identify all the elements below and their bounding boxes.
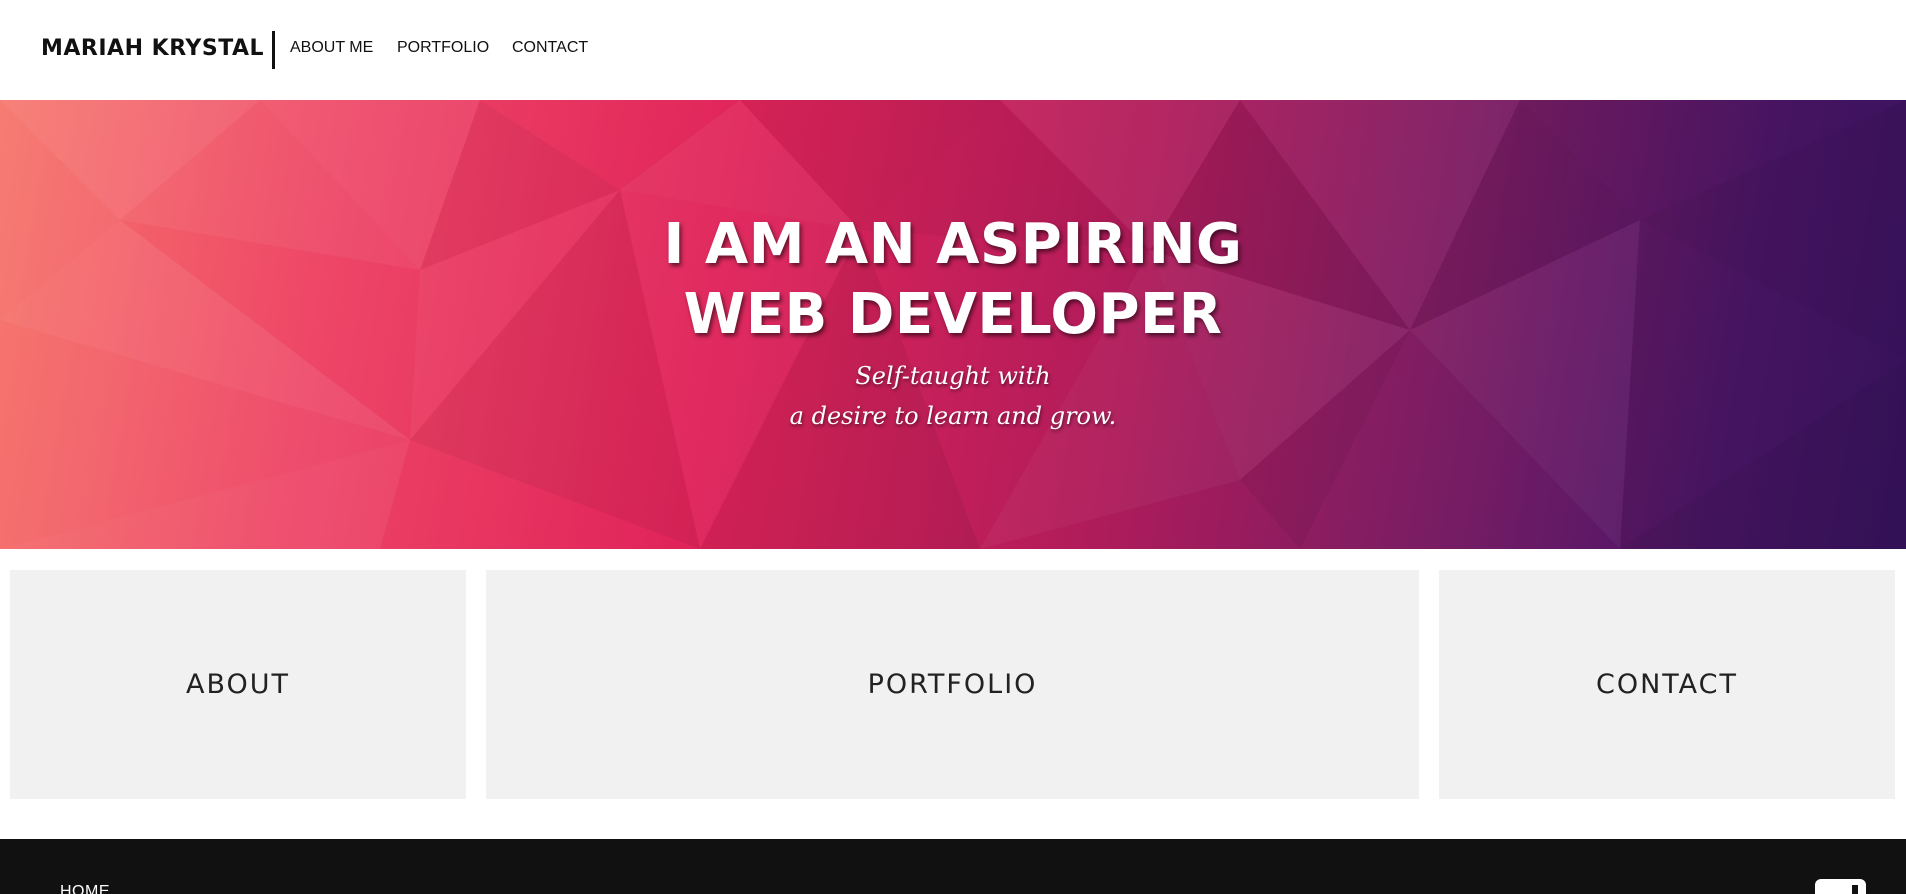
nav-item-contact[interactable]: CONTACT [512,39,588,57]
brand-divider [272,31,275,69]
hero-banner: I AM AN ASPIRING WEB DEVELOPER Self-taug… [0,100,1906,549]
hero-subtitle-line-1: Self-taught with [855,362,1051,390]
card-about[interactable]: ABOUT [10,570,466,799]
brand-logo-text[interactable]: MARIAH KRYSTAL [41,36,264,61]
card-contact[interactable]: CONTACT [1439,570,1895,799]
hero-subtitle: Self-taught with a desire to learn and g… [0,356,1906,436]
hero-title-line-1: I AM AN ASPIRING [663,212,1243,277]
card-portfolio-label: PORTFOLIO [867,669,1038,700]
hero-subtitle-line-2: a desire to learn and grow. [789,402,1117,430]
site-header: MARIAH KRYSTAL ABOUT ME PORTFOLIO CONTAC… [0,0,1906,100]
card-about-label: ABOUT [185,669,291,700]
card-portfolio[interactable]: PORTFOLIO [486,570,1419,799]
hero-title: I AM AN ASPIRING WEB DEVELOPER [0,210,1906,350]
nav-item-about-me[interactable]: ABOUT ME [290,39,373,57]
site-footer: HOME [0,839,1906,894]
nav-item-portfolio[interactable]: PORTFOLIO [397,39,489,57]
hero-title-line-2: WEB DEVELOPER [683,282,1223,347]
card-contact-label: CONTACT [1595,669,1739,700]
footer-home-link[interactable]: HOME [60,883,110,894]
square-social-icon[interactable] [1815,879,1866,894]
